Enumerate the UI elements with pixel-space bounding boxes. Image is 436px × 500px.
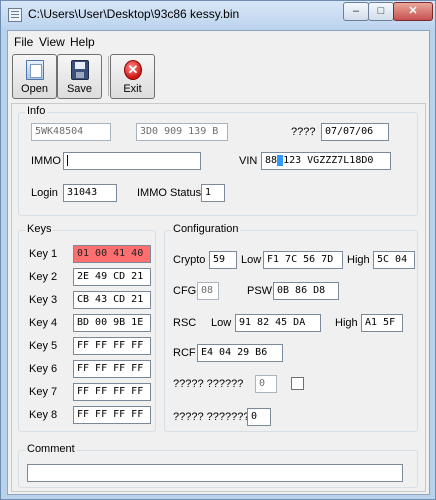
crypto-field[interactable]: 59 xyxy=(209,251,237,269)
comment-field[interactable] xyxy=(27,464,403,482)
vin-field[interactable]: 88 123 VGZZZ7L18D0 xyxy=(261,152,391,170)
save-disk-icon xyxy=(71,60,89,80)
crypto-high-field[interactable]: 5C 04 xyxy=(373,251,415,269)
menu-help[interactable]: Help xyxy=(70,35,95,49)
title-bar[interactable]: C:\Users\User\Desktop\93c86 kessy.bin – … xyxy=(1,1,435,29)
key-4-field[interactable]: BD 00 9B 1E xyxy=(73,314,151,332)
app-window: C:\Users\User\Desktop\93c86 kessy.bin – … xyxy=(0,0,436,500)
info-group: Info 5WK48504 3D0 909 139 B ???? 07/07/0… xyxy=(18,105,418,216)
exit-button[interactable]: ✕ Exit xyxy=(110,54,155,99)
key-4-label: Key 4 xyxy=(29,317,58,329)
psw-field[interactable]: 0B 86 D8 xyxy=(273,282,339,300)
menu-file[interactable]: File xyxy=(14,35,33,49)
info-legend: Info xyxy=(25,105,48,117)
key-3-field[interactable]: CB 43 CD 21 xyxy=(73,291,151,309)
crypto-high-label: High xyxy=(347,254,370,266)
toolbar: Open Save ✕ Exit xyxy=(8,52,429,102)
key-7-field[interactable]: FF FF FF FF xyxy=(73,383,151,401)
crypto-low-field[interactable]: F1 7C 56 7D xyxy=(263,251,343,269)
save-button[interactable]: Save xyxy=(57,54,102,99)
exit-icon: ✕ xyxy=(124,60,142,80)
immo-status-label: IMMO Status xyxy=(137,187,202,199)
crypto-low-label: Low xyxy=(241,254,262,266)
unknown-setting-2-field[interactable]: 0 xyxy=(247,408,271,426)
save-label: Save xyxy=(66,83,93,95)
rcf-field[interactable]: E4 04 29 B6 xyxy=(197,344,283,362)
rcf-label: RCF xyxy=(173,347,196,359)
key-6-label: Key 6 xyxy=(29,363,58,375)
unknown-setting-2-label: ????? ??????? xyxy=(173,411,250,423)
vin-prefix: 88 xyxy=(265,155,278,166)
key-7-label: Key 7 xyxy=(29,386,58,398)
unknown-setting-checkbox[interactable] xyxy=(291,377,304,390)
cfg-field: 08 xyxy=(197,282,219,300)
rsc-high-label: High xyxy=(335,317,358,329)
menu-view[interactable]: View xyxy=(39,35,65,49)
vw-number-field: 3D0 909 139 B xyxy=(136,123,228,141)
vin-label: VIN xyxy=(239,155,258,167)
text-caret xyxy=(67,154,68,166)
configuration-legend: Configuration xyxy=(171,223,241,235)
key-5-label: Key 5 xyxy=(29,340,58,352)
minimize-button[interactable]: – xyxy=(343,2,369,21)
unknown-setting-1-field: 0 xyxy=(255,375,277,393)
key-1-label: Key 1 xyxy=(29,248,58,260)
rsc-label: RSC xyxy=(173,317,197,329)
keys-legend: Keys xyxy=(25,223,54,235)
exit-label: Exit xyxy=(123,83,142,95)
key-8-label: Key 8 xyxy=(29,409,58,421)
immo-field[interactable] xyxy=(63,152,201,170)
configuration-group: Configuration Crypto 59 Low F1 7C 56 7D … xyxy=(164,223,418,432)
unknown-setting-1-label: ????? ?????? xyxy=(173,378,244,390)
crypto-label: Crypto xyxy=(173,254,206,266)
immo-status-field[interactable]: 1 xyxy=(201,184,225,202)
rsc-low-label: Low xyxy=(211,317,232,329)
open-button[interactable]: Open xyxy=(12,54,57,99)
keys-group: Keys Key 1 01 00 41 40 Key 2 2E 49 CD 21… xyxy=(18,223,156,432)
login-field[interactable]: 31043 xyxy=(63,184,117,202)
date-label: ???? xyxy=(291,126,316,138)
cfg-label: CFG xyxy=(173,285,197,297)
app-icon xyxy=(8,8,22,22)
rsc-low-field[interactable]: 91 82 45 DA xyxy=(235,314,321,332)
key-2-label: Key 2 xyxy=(29,271,58,283)
open-label: Open xyxy=(21,83,48,95)
client-area: File View Help Open Save ✕ Exit Info 5WK… xyxy=(7,30,430,495)
login-label: Login xyxy=(31,187,58,199)
rsc-high-field[interactable]: A1 5F xyxy=(361,314,403,332)
close-button[interactable]: ✕ xyxy=(393,2,433,21)
menu-bar: File View Help xyxy=(8,31,429,51)
key-8-field[interactable]: FF FF FF FF xyxy=(73,406,151,424)
key-3-label: Key 3 xyxy=(29,294,58,306)
comment-legend: Comment xyxy=(25,443,77,455)
comment-group: Comment xyxy=(18,443,418,488)
part-number-field: 5WK48504 xyxy=(31,123,111,141)
window-title: C:\Users\User\Desktop\93c86 kessy.bin xyxy=(28,7,240,21)
maximize-button[interactable]: □ xyxy=(368,2,394,21)
open-folder-icon xyxy=(26,60,44,80)
main-panel: Info 5WK48504 3D0 909 139 B ???? 07/07/0… xyxy=(11,103,426,492)
vin-suffix: 123 VGZZZ7L18D0 xyxy=(283,155,374,166)
key-2-field[interactable]: 2E 49 CD 21 xyxy=(73,268,151,286)
psw-label: PSW xyxy=(247,285,273,297)
date-field[interactable]: 07/07/06 xyxy=(321,123,389,141)
key-1-field[interactable]: 01 00 41 40 xyxy=(73,245,151,263)
immo-label: IMMO xyxy=(31,155,61,167)
key-6-field[interactable]: FF FF FF FF xyxy=(73,360,151,378)
key-5-field[interactable]: FF FF FF FF xyxy=(73,337,151,355)
toolbar-separator xyxy=(108,56,109,96)
